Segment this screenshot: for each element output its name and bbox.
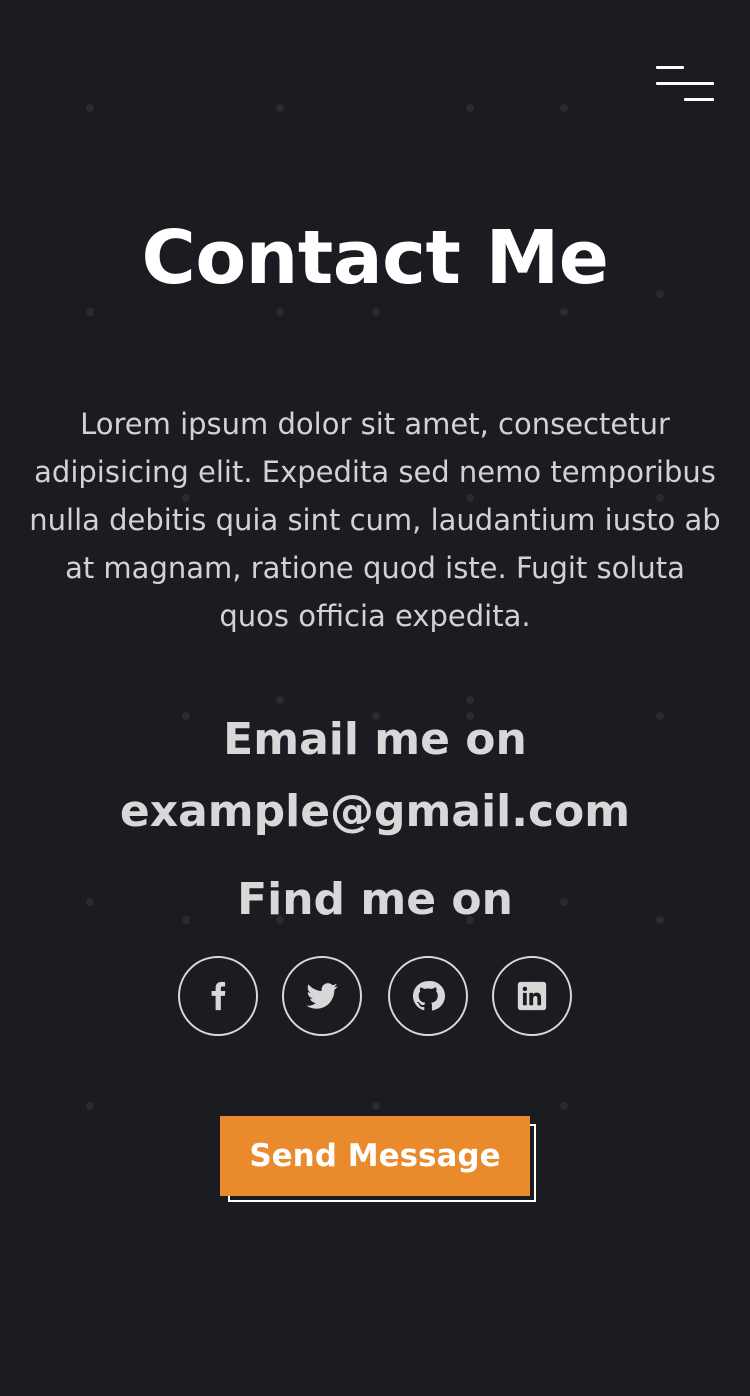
facebook-link[interactable]: [178, 956, 258, 1036]
github-link[interactable]: [388, 956, 468, 1036]
send-message-button[interactable]: Send Message: [220, 1116, 530, 1196]
page-title: Contact Me: [141, 215, 609, 301]
hamburger-menu-icon[interactable]: [654, 64, 718, 104]
email-section: Email me on example@gmail.com: [0, 704, 750, 848]
menu-line-middle: [656, 82, 714, 85]
email-address-link[interactable]: example@gmail.com: [0, 776, 750, 848]
social-links: [178, 956, 578, 1036]
find-me-label: Find me on: [237, 874, 513, 925]
twitter-link[interactable]: [282, 956, 362, 1036]
email-label: Email me on: [223, 714, 527, 765]
github-icon: [412, 980, 445, 1011]
twitter-icon: [306, 983, 338, 1009]
menu-line-bottom: [684, 98, 714, 101]
linkedin-icon: [517, 981, 547, 1011]
menu-line-top: [656, 66, 684, 69]
facebook-icon: [211, 981, 226, 1011]
linkedin-link[interactable]: [492, 956, 572, 1036]
send-message-wrapper: Send Message: [220, 1116, 540, 1206]
intro-paragraph: Lorem ipsum dolor sit amet, consectetur …: [29, 407, 721, 633]
